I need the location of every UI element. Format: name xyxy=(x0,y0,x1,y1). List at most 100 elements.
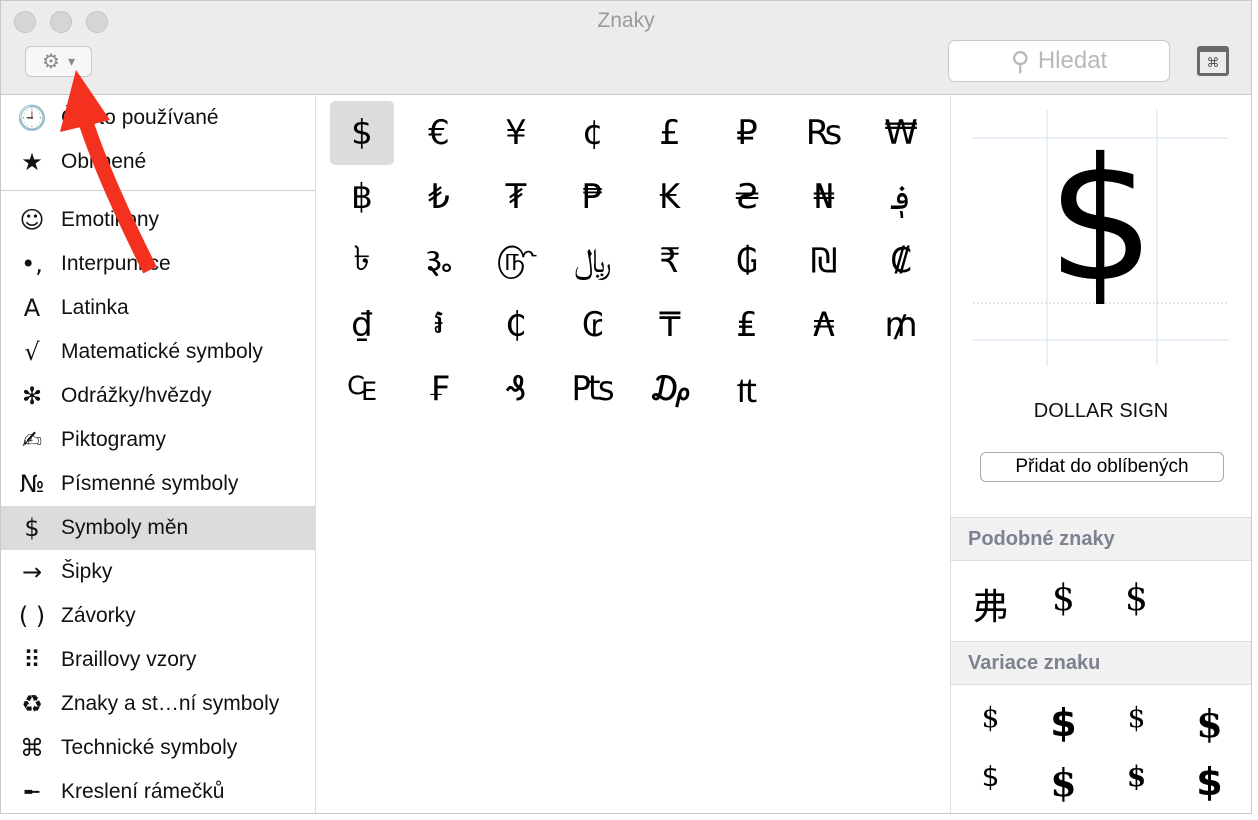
search-icon: ⚲ xyxy=(1010,45,1030,76)
character-cell[interactable]: ؋ xyxy=(869,165,933,229)
character-cell[interactable]: £ xyxy=(638,101,702,165)
sidebar-item-label: Kreslení rámečků xyxy=(61,780,225,803)
character-cell[interactable]: ¥ xyxy=(484,101,548,165)
character-cell[interactable]: $ xyxy=(330,101,394,165)
character-cell[interactable]: ₴ xyxy=(715,165,779,229)
sidebar-item-label: Znaky a st…ní symboly xyxy=(61,692,280,715)
character-cell[interactable]: ₵ xyxy=(484,293,548,357)
category-icon: $ xyxy=(24,514,40,542)
character-cell[interactable]: ₢ xyxy=(561,293,625,357)
search-placeholder: Hledat xyxy=(1037,47,1108,74)
sidebar-item-label: Písmenné symboly xyxy=(61,472,239,495)
keyboard-viewer-icon[interactable]: ⌘ xyxy=(1197,46,1229,76)
character-cell[interactable]: € xyxy=(407,101,471,165)
character-cell[interactable]: ₤ xyxy=(715,293,779,357)
sidebar-item-label: Často používané xyxy=(61,106,219,129)
variant-character[interactable]: $ xyxy=(954,760,1027,805)
character-cell[interactable]: ₣ xyxy=(407,357,471,421)
window-title: Znaky xyxy=(597,9,655,32)
variant-character[interactable]: $ xyxy=(1027,701,1100,746)
character-cell[interactable]: ₯ xyxy=(638,357,702,421)
sidebar-item-label: Braillovy vzory xyxy=(61,648,197,671)
character-cell[interactable]: ₽ xyxy=(715,101,779,165)
character-cell[interactable]: ₡ xyxy=(869,229,933,293)
character-cell[interactable]: ৳ xyxy=(330,229,394,293)
sidebar-item[interactable]: •, Interpunkce xyxy=(1,242,315,286)
character-cell[interactable]: ₺ xyxy=(407,165,471,229)
variant-character[interactable]: $ xyxy=(954,701,1027,746)
sidebar-item[interactable]: ╾ Kreslení rámečků xyxy=(1,770,315,813)
character-cell[interactable]: ₫ xyxy=(330,293,394,357)
character-cell[interactable]: ₩ xyxy=(869,101,933,165)
character-cell[interactable]: ₳ xyxy=(792,293,856,357)
character-cell[interactable]: ₲ xyxy=(715,229,779,293)
sidebar-item[interactable]: ⌘ Technické symboly xyxy=(1,726,315,770)
variants-heading: Variace znaku xyxy=(951,641,1251,685)
category-icon: √ xyxy=(24,338,40,366)
titlebar: Znaky ⚙ ▾ ⚲ Hledat ⌘ xyxy=(1,1,1251,95)
chevron-down-icon: ▾ xyxy=(67,53,75,69)
category-icon: № xyxy=(19,470,45,498)
character-cell[interactable]: ₥ xyxy=(869,293,933,357)
sidebar-item-label: Technické symboly xyxy=(61,736,238,759)
category-icon: •, xyxy=(21,250,43,278)
sidebar-item-label: Oblíbené xyxy=(61,150,147,173)
category-icon: ★ xyxy=(21,148,43,176)
character-cell[interactable]: ฿ xyxy=(330,165,394,229)
character-cell[interactable]: ₱ xyxy=(561,165,625,229)
character-cell[interactable]: ₸ xyxy=(638,293,702,357)
sidebar-item[interactable]: № Písmenné symboly xyxy=(1,462,315,506)
sidebar-item[interactable]: $ Symboly měn xyxy=(1,506,315,550)
character-cell[interactable]: ₮ xyxy=(484,165,548,229)
category-icon: → xyxy=(21,558,43,586)
variant-character[interactable]: $ xyxy=(1173,760,1246,805)
sidebar-item-label: Odrážky/hvězdy xyxy=(61,384,212,407)
sidebar-item[interactable]: √ Matematické symboly xyxy=(1,330,315,374)
sidebar-item[interactable]: ☺ Emotikony xyxy=(1,198,315,242)
sidebar-item[interactable]: → Šipky xyxy=(1,550,315,594)
sidebar-item[interactable]: ( ) Závorky xyxy=(1,594,315,638)
sidebar-item[interactable]: ✍ Piktogramy xyxy=(1,418,315,462)
sidebar-item-label: Matematické symboly xyxy=(61,340,263,363)
character-cell[interactable]: ﷼ xyxy=(561,229,625,293)
category-sidebar: 🕘 Často používané ★ Oblíbené ☺ Emotikony •, Int… xyxy=(1,96,316,813)
character-cell[interactable]: ₰ xyxy=(484,357,548,421)
variant-character[interactable]: $ xyxy=(1100,760,1173,805)
similar-character[interactable]: $ xyxy=(1027,578,1100,630)
variant-character[interactable]: $ xyxy=(1173,701,1246,746)
sidebar-item[interactable]: ✻ Odrážky/hvězdy xyxy=(1,374,315,418)
character-cell[interactable]: ¢ xyxy=(561,101,625,165)
character-cell[interactable]: ₭ xyxy=(638,165,702,229)
character-cell[interactable]: ₶ xyxy=(715,357,779,421)
sidebar-item-label: Závorky xyxy=(61,604,136,627)
action-menu-button[interactable]: ⚙ ▾ xyxy=(25,46,92,77)
character-name: DOLLAR SIGN xyxy=(1033,400,1169,422)
character-cell[interactable]: ₹ xyxy=(638,229,702,293)
category-icon: ⌘ xyxy=(20,734,44,762)
search-input[interactable]: ⚲ Hledat xyxy=(948,40,1170,82)
character-cell[interactable]: ៛ xyxy=(407,293,471,357)
similar-character[interactable]: $ xyxy=(1100,578,1173,630)
divider xyxy=(1,190,315,191)
character-cell[interactable]: ₧ xyxy=(561,357,625,421)
sidebar-item[interactable]: ★ Oblíbené xyxy=(1,140,315,184)
sidebar-item-label: Interpunkce xyxy=(61,252,171,275)
sidebar-item[interactable]: 🕘 Často používané xyxy=(1,96,315,140)
variant-character[interactable]: $ xyxy=(1100,701,1173,746)
category-icon: ♻ xyxy=(21,690,43,718)
similar-character[interactable]: 弗 xyxy=(954,578,1027,630)
character-cell[interactable]: ₦ xyxy=(792,165,856,229)
character-cell[interactable]: ௹ xyxy=(484,229,548,293)
character-cell[interactable]: ₪ xyxy=(792,229,856,293)
category-icon: 🕘 xyxy=(17,104,47,132)
sidebar-item[interactable]: ⠿ Braillovy vzory xyxy=(1,638,315,682)
character-cell[interactable]: ₠ xyxy=(330,357,394,421)
character-viewer-window: Znaky ⚙ ▾ ⚲ Hledat ⌘ 🕘 Často používané ★ Oblí… xyxy=(0,0,1252,814)
sidebar-item[interactable]: ♻ Znaky a st…ní symboly xyxy=(1,682,315,726)
sidebar-item[interactable]: A Latinka xyxy=(1,286,315,330)
category-icon: ( ) xyxy=(18,602,46,630)
character-cell[interactable]: ૱ xyxy=(407,229,471,293)
character-cell[interactable]: ₨ xyxy=(792,101,856,165)
add-to-favorites-button[interactable]: Přidat do oblíbených xyxy=(980,452,1224,482)
variant-character[interactable]: $ xyxy=(1027,760,1100,805)
